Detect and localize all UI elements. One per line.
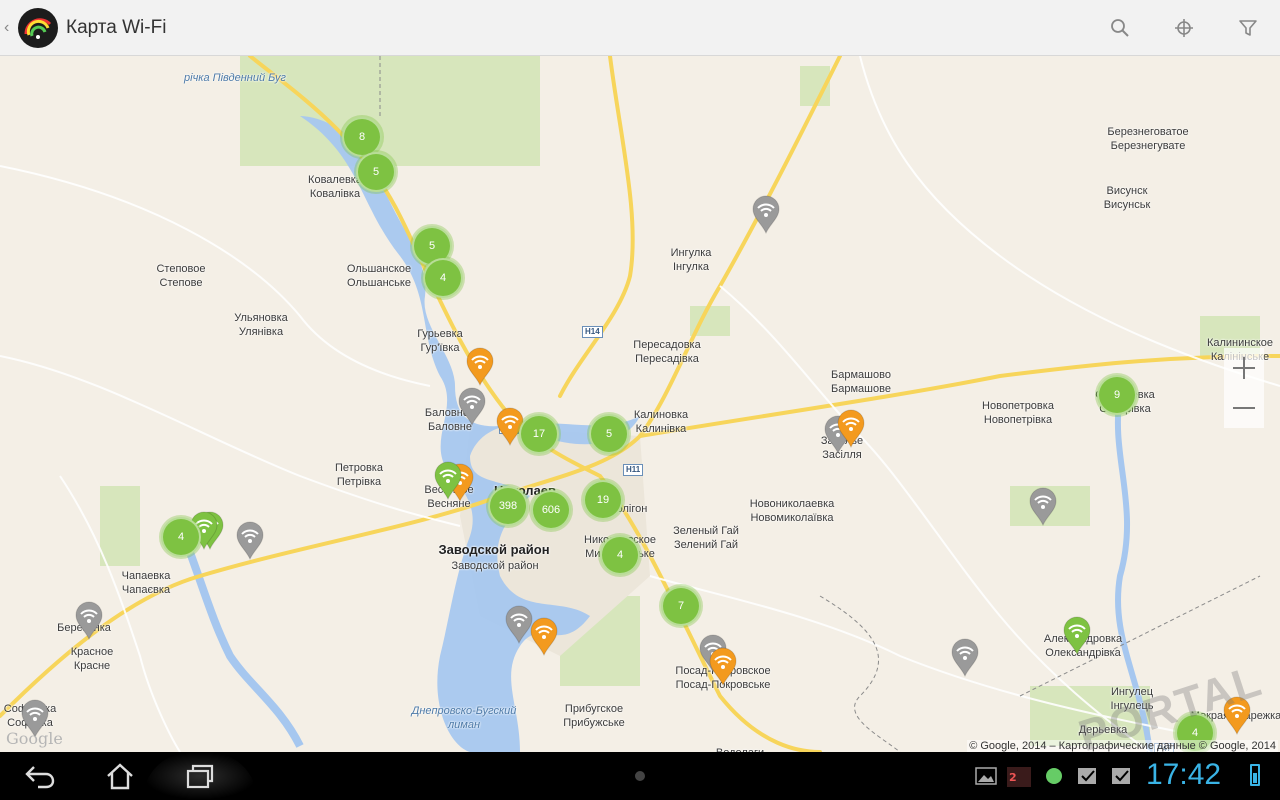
- task-done-icon[interactable]: [1077, 766, 1099, 786]
- place-label: Ульяновка Улянівка: [234, 312, 288, 338]
- app-logo-icon[interactable]: [18, 7, 58, 48]
- place-label: Чапаевка Чапаєвка: [121, 570, 171, 596]
- android-icon[interactable]: [1043, 766, 1065, 786]
- place-label: Висунск Висунськ: [1103, 185, 1151, 211]
- place-label: Новониколаевка Новомиколаївка: [749, 498, 835, 524]
- wifi-pin-gray-icon[interactable]: [751, 194, 781, 235]
- status-clock[interactable]: 17:42: [1146, 758, 1221, 792]
- battery-icon[interactable]: [1250, 764, 1260, 786]
- wifi-cluster[interactable]: 17: [519, 414, 559, 454]
- system-nav-bar: 2 17:42: [0, 752, 1280, 800]
- wifi-pin-green-icon[interactable]: [1062, 615, 1092, 656]
- wifi-cluster[interactable]: 4: [423, 258, 463, 298]
- wifi-pin-gray-icon[interactable]: [457, 386, 487, 427]
- wifi-cluster[interactable]: 398: [488, 486, 528, 526]
- place-label: Ковалевка Ковалівка: [308, 174, 362, 200]
- wifi-pin-green-icon[interactable]: [433, 460, 463, 501]
- locate-icon[interactable]: [1152, 0, 1216, 56]
- place-label: Ольшанское Ольшанське: [346, 263, 412, 289]
- place-label: Калиновка Калинівка: [633, 409, 689, 435]
- place-label: Заводской район: [451, 560, 539, 572]
- checklist-icon[interactable]: [1111, 766, 1133, 786]
- place-label: Березнеговатое Березнегувате: [1107, 126, 1189, 152]
- wifi-cluster[interactable]: 4: [600, 535, 640, 575]
- water-label: річка Південний Буг: [184, 72, 286, 84]
- road-shield: Н11: [623, 464, 644, 476]
- place-label: Пересадовка Пересадівка: [633, 339, 701, 365]
- zoom-in-button[interactable]: [1224, 348, 1264, 388]
- recents-icon[interactable]: [160, 752, 240, 800]
- pager-dot: [635, 771, 645, 781]
- place-label: Новопетровка Новопетрівка: [982, 400, 1054, 426]
- wifi-pin-gray-icon[interactable]: [1028, 486, 1058, 527]
- place-label: Гурьевка Гур'ївка: [417, 328, 463, 354]
- map-view[interactable]: Ковалевка Ковалівка Степовое Степове Ольшанс…: [0, 56, 1280, 752]
- wifi-pin-orange-icon[interactable]: [465, 346, 495, 387]
- filter-icon[interactable]: [1216, 0, 1280, 56]
- road-shield: Н14: [582, 326, 603, 338]
- place-label: Красное Красне: [70, 646, 114, 672]
- wifi-cluster[interactable]: 9: [1097, 375, 1137, 415]
- action-bar: ‹ Карта Wi-Fi: [0, 0, 1280, 56]
- wifi-cluster[interactable]: 4: [161, 517, 201, 557]
- place-label: Ингулка Інгулка: [670, 247, 712, 273]
- app-title: Карта Wi-Fi: [66, 16, 167, 38]
- wifi-pin-gray-icon[interactable]: [950, 637, 980, 678]
- search-icon[interactable]: [1088, 0, 1152, 56]
- screenshot-gallery-icon[interactable]: [975, 766, 997, 786]
- wifi-cluster[interactable]: 19: [583, 480, 623, 520]
- wifi-pin-orange-icon[interactable]: [529, 616, 559, 657]
- home-icon[interactable]: [80, 752, 160, 800]
- wifi-pin-orange-icon[interactable]: [836, 408, 866, 449]
- place-label: Зеленый Гай Зелений Гай: [673, 525, 739, 551]
- wifi-cluster[interactable]: 606: [531, 490, 571, 530]
- place-label: Степовое Степове: [156, 263, 206, 289]
- place-label: Петровка Петрівка: [335, 462, 383, 488]
- place-label: Прибугское Прибужське: [563, 703, 625, 729]
- google-logo: Google: [6, 729, 63, 748]
- back-icon[interactable]: [0, 752, 80, 800]
- water-label: Днепровско-Бугский лиман: [411, 705, 517, 731]
- up-caret-icon[interactable]: ‹: [4, 19, 14, 37]
- wifi-pin-orange-icon[interactable]: [708, 646, 738, 687]
- wifi-cluster[interactable]: 8: [342, 117, 382, 157]
- wifi-pin-gray-icon[interactable]: [235, 520, 265, 561]
- wifi-cluster[interactable]: 5: [589, 414, 629, 454]
- app-notification-icon[interactable]: 2: [1006, 766, 1031, 787]
- wifi-cluster[interactable]: 7: [661, 586, 701, 626]
- zoom-out-button[interactable]: [1224, 388, 1264, 428]
- city-label: Заводской район: [438, 542, 550, 557]
- svg-text:2: 2: [1009, 771, 1017, 784]
- place-label: Бармашово Бармашове: [831, 369, 891, 395]
- wifi-cluster[interactable]: 5: [356, 152, 396, 192]
- wifi-pin-gray-icon[interactable]: [74, 600, 104, 641]
